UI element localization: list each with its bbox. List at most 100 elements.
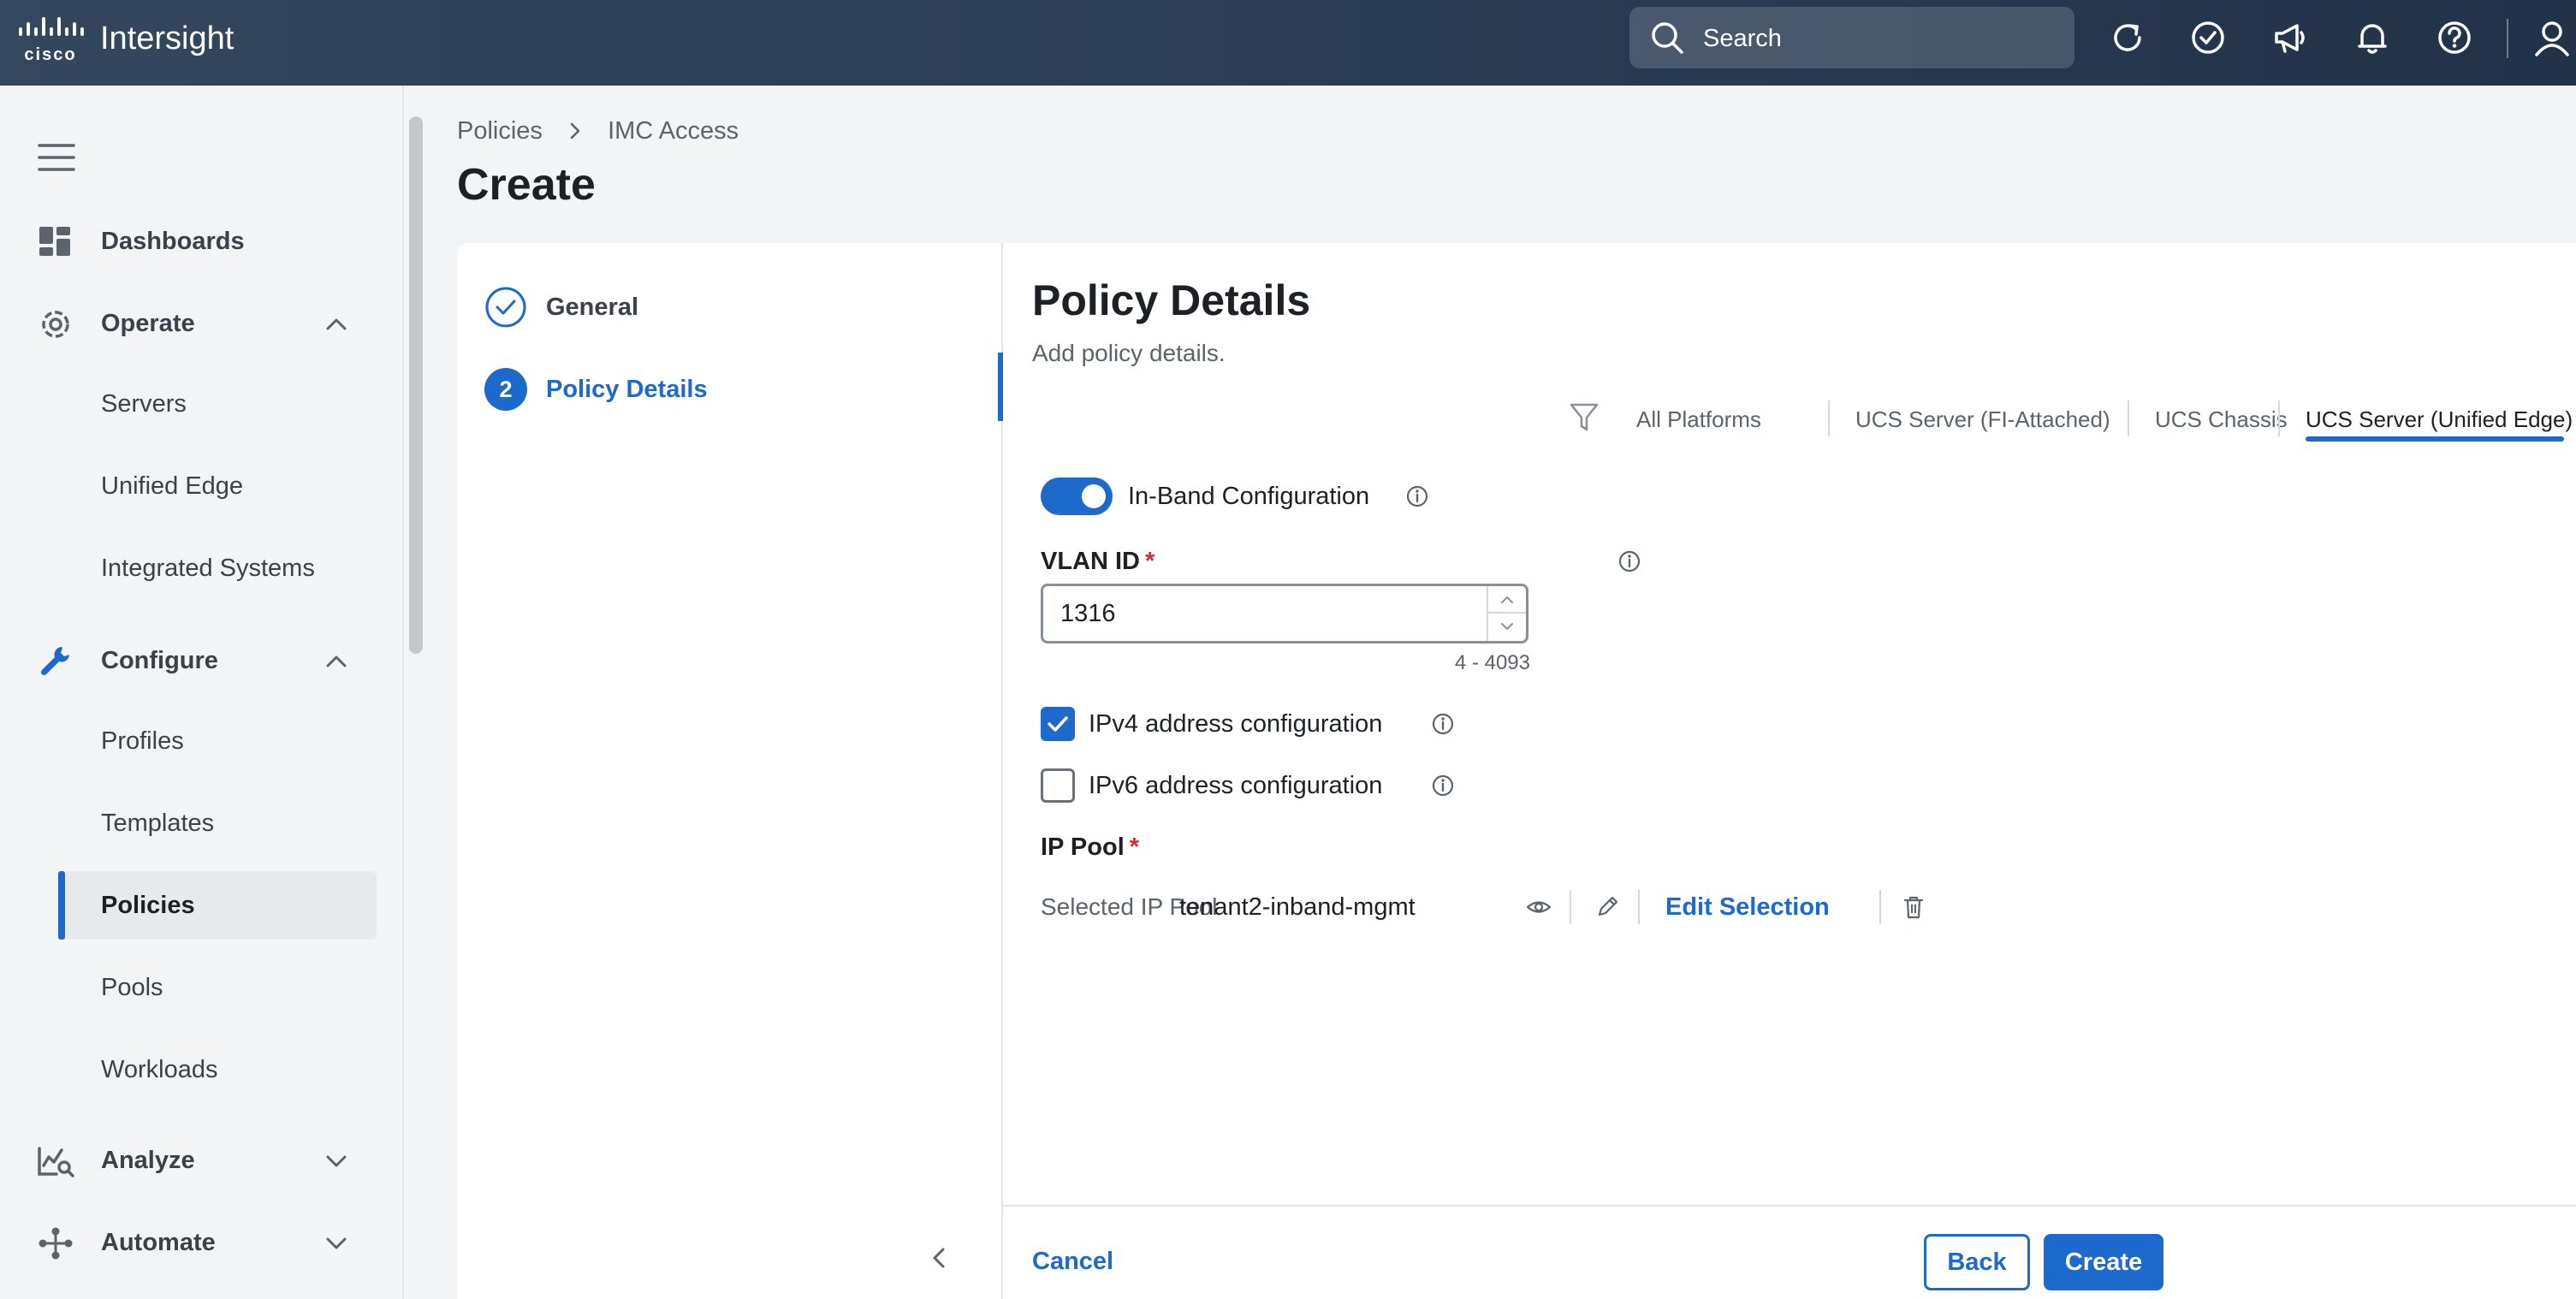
- pool-action-divider: [1570, 890, 1571, 924]
- sidebar-item-label: Servers: [101, 390, 187, 418]
- required-marker: *: [1129, 833, 1140, 861]
- vlan-id-label: VLAN ID *: [1041, 546, 1154, 577]
- active-tab-underline: [2306, 436, 2564, 442]
- breadcrumb-imc-access[interactable]: IMC Access: [608, 116, 739, 146]
- sidebar-item-unified-edge[interactable]: Unified Edge: [0, 452, 404, 520]
- cisco-logo-text: cisco: [24, 45, 76, 64]
- tab-ucs-server-fi-attached[interactable]: UCS Server (FI-Attached): [1855, 406, 2110, 433]
- sidebar-item-servers[interactable]: Servers: [0, 370, 404, 438]
- ip-pool-label-text: IP Pool: [1041, 833, 1125, 861]
- tab-all-platforms[interactable]: All Platforms: [1636, 406, 1761, 433]
- wizard-panel: General 2 Policy Details Policy Details …: [457, 243, 2576, 1299]
- step-general[interactable]: General: [484, 282, 964, 330]
- policy-details-content: Policy Details Add policy details. All P…: [1003, 243, 2576, 1299]
- operate-icon: [36, 306, 75, 342]
- info-icon[interactable]: [1431, 712, 1455, 736]
- sidebar-item-integrated-systems[interactable]: Integrated Systems: [0, 534, 404, 602]
- app-brand: Intersight: [100, 21, 234, 56]
- search-icon: [1650, 21, 1684, 55]
- tab-ucs-server-unified-edge[interactable]: UCS Server (Unified Edge): [2306, 406, 2573, 433]
- sidebar-item-pools[interactable]: Pools: [0, 953, 404, 1022]
- sidebar-item-dashboards[interactable]: Dashboards: [0, 207, 404, 276]
- pencil-icon[interactable]: [1594, 893, 1621, 921]
- cisco-logo[interactable]: cisco: [17, 15, 84, 70]
- ipv4-checkbox[interactable]: [1041, 707, 1075, 741]
- sidebar-item-templates[interactable]: Templates: [0, 789, 404, 857]
- vlan-range-hint: 4 - 4093: [1454, 651, 1530, 674]
- analyze-icon: [36, 1143, 75, 1179]
- cancel-button[interactable]: Cancel: [1032, 1246, 1113, 1277]
- automate-icon: [36, 1225, 75, 1261]
- ipv4-label: IPv4 address configuration: [1089, 710, 1383, 738]
- vlan-id-label-text: VLAN ID: [1041, 548, 1140, 575]
- breadcrumb-policies[interactable]: Policies: [457, 116, 543, 146]
- eye-icon[interactable]: [1525, 893, 1552, 921]
- topbar-divider: [2507, 19, 2508, 58]
- create-button[interactable]: Create: [2044, 1234, 2163, 1290]
- user-icon[interactable]: [2533, 19, 2571, 56]
- sidebar-item-label: Integrated Systems: [101, 555, 315, 582]
- back-button[interactable]: Back: [1924, 1234, 2030, 1290]
- sidebar-item-configure[interactable]: Configure: [0, 626, 404, 695]
- ipv6-checkbox[interactable]: [1041, 768, 1075, 803]
- footer-divider: [1003, 1205, 2576, 1207]
- sidebar-item-policies[interactable]: Policies: [0, 871, 404, 940]
- sidebar-item-label: Templates: [101, 810, 215, 837]
- sidebar-item-automate[interactable]: Automate: [0, 1208, 404, 1277]
- step-label: General: [546, 294, 638, 321]
- hamburger-menu-icon[interactable]: [38, 142, 75, 173]
- ip-pool-label: IP Pool *: [1041, 832, 1139, 863]
- info-icon[interactable]: [1405, 484, 1429, 508]
- quantity-stepper[interactable]: [1487, 586, 1526, 641]
- tab-ucs-chassis[interactable]: UCS Chassis: [2155, 406, 2288, 433]
- vlan-id-input[interactable]: 1316: [1041, 584, 1528, 644]
- sidebar-item-analyze[interactable]: Analyze: [0, 1126, 404, 1195]
- page-title: Create: [457, 160, 596, 210]
- trash-icon[interactable]: [1900, 893, 1927, 921]
- info-icon[interactable]: [1617, 549, 1641, 573]
- sidebar-item-label: Dashboards: [101, 228, 245, 255]
- active-item-indicator: [58, 871, 65, 940]
- sidebar-item-operate[interactable]: Operate: [0, 289, 404, 358]
- search-box[interactable]: Search: [1629, 7, 2074, 68]
- info-icon[interactable]: [1431, 774, 1455, 798]
- sidebar-item-label: Pools: [101, 974, 163, 1001]
- required-marker: *: [1145, 548, 1155, 575]
- sidebar-item-profiles[interactable]: Profiles: [0, 707, 404, 775]
- sidebar-item-label: Profiles: [101, 727, 184, 755]
- selected-pool-value: tenant2-inband-mgmt: [1179, 893, 1416, 921]
- step-policy-details[interactable]: 2 Policy Details: [484, 365, 964, 412]
- sidebar-scrollbar[interactable]: [409, 116, 423, 654]
- sidebar-item-label: Operate: [101, 310, 195, 337]
- megaphone-icon[interactable]: [2271, 19, 2309, 56]
- check-circle-icon[interactable]: [2189, 19, 2227, 56]
- refresh-icon[interactable]: [2109, 19, 2146, 56]
- pool-action-divider: [1879, 890, 1881, 924]
- chevron-left-icon[interactable]: [926, 1244, 953, 1272]
- sidebar-item-workloads[interactable]: Workloads: [0, 1035, 404, 1104]
- section-subtitle: Add policy details.: [1032, 340, 1226, 366]
- search-label: Search: [1703, 25, 1782, 52]
- vlan-id-value: 1316: [1060, 600, 1116, 627]
- chevron-down-icon: [322, 1231, 351, 1256]
- wrench-icon: [36, 644, 75, 679]
- sidebar-item-label: Workloads: [101, 1056, 218, 1083]
- edit-selection-link[interactable]: Edit Selection: [1665, 892, 1830, 922]
- stepper-up-icon[interactable]: [1488, 586, 1526, 614]
- stepper-down-icon[interactable]: [1488, 614, 1526, 641]
- sidebar-item-label: Automate: [101, 1229, 216, 1256]
- chevron-down-icon: [322, 1148, 351, 1174]
- sidebar-item-label: Analyze: [101, 1147, 195, 1174]
- tab-divider: [2128, 400, 2129, 436]
- inband-configuration-label: In-Band Configuration: [1128, 483, 1370, 510]
- bell-icon[interactable]: [2353, 19, 2391, 56]
- inband-configuration-toggle[interactable]: [1041, 477, 1113, 515]
- chevron-up-icon: [322, 649, 351, 674]
- sidebar: Dashboards Operate Servers Unified Edge …: [0, 86, 404, 1299]
- filter-icon[interactable]: [1568, 400, 1600, 435]
- chevron-up-icon: [322, 311, 351, 337]
- tab-divider: [1828, 400, 1830, 436]
- help-icon[interactable]: [2436, 19, 2473, 56]
- ipv6-label: IPv6 address configuration: [1089, 772, 1383, 799]
- step-label: Policy Details: [546, 376, 708, 403]
